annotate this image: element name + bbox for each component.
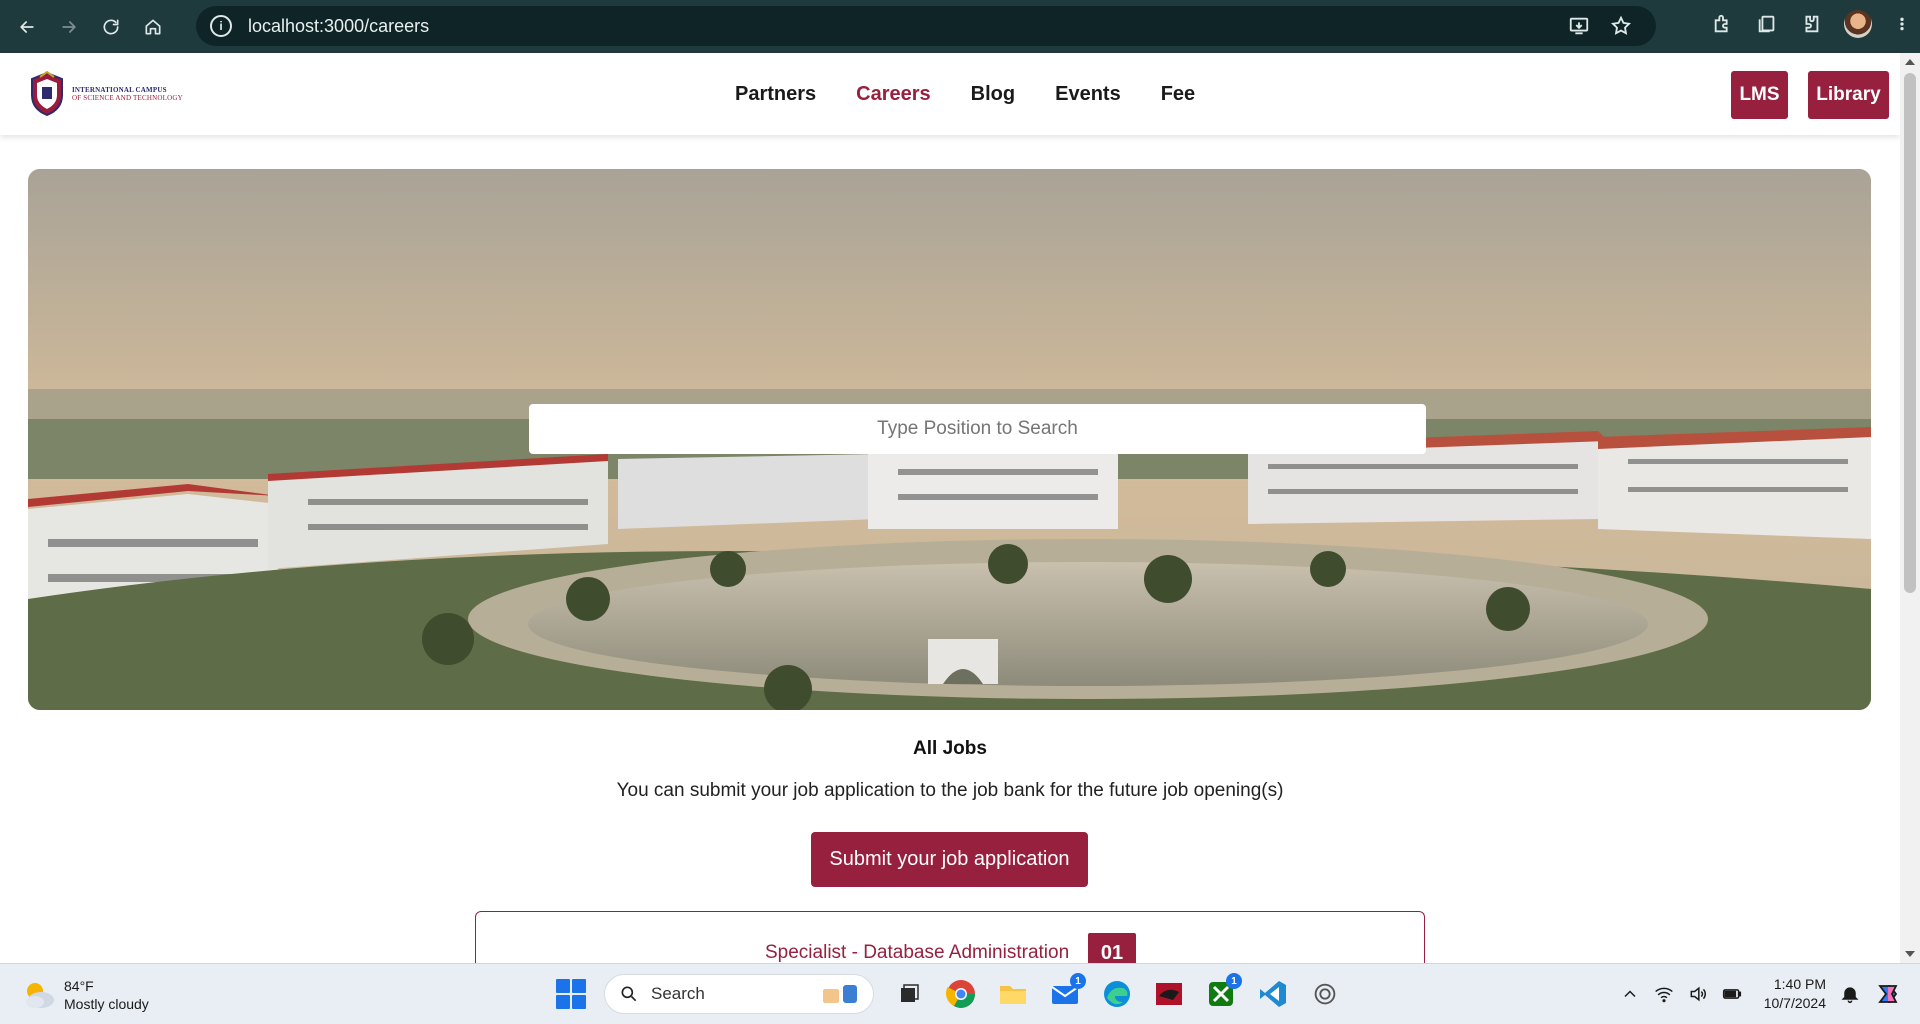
scrollbar-thumb[interactable] <box>1904 73 1916 593</box>
url-text[interactable]: localhost:3000/careers <box>248 16 429 37</box>
vscode-icon[interactable] <box>1256 977 1290 1011</box>
taskbar-apps: Search 1 1 <box>556 973 1342 1014</box>
section-heading: All Jobs <box>913 738 987 759</box>
weather-widget[interactable]: 84°F Mostly cloudy <box>22 977 149 1013</box>
task-view-icon[interactable] <box>892 977 926 1011</box>
flashcard-app-icon[interactable] <box>1152 977 1186 1011</box>
page-scrollbar[interactable] <box>1900 53 1920 963</box>
job-bank-note: You can submit your job application to t… <box>616 780 1284 801</box>
reload-icon[interactable] <box>96 12 126 42</box>
hero-banner <box>28 169 1871 710</box>
browser-toolbar: i localhost:3000/careers <box>0 0 1920 53</box>
profile-avatar[interactable] <box>1844 10 1872 38</box>
nav-events[interactable]: Events <box>1055 83 1121 106</box>
tab-copy-icon[interactable] <box>1756 13 1778 35</box>
wifi-icon[interactable] <box>1654 984 1674 1004</box>
install-app-icon[interactable] <box>1568 15 1590 37</box>
xbox-badge: 1 <box>1226 973 1242 989</box>
back-icon[interactable] <box>12 12 42 42</box>
clock-date: 10/7/2024 <box>1763 995 1826 1011</box>
main-nav: Partners Careers Blog Events Fee <box>735 83 1195 106</box>
address-bar[interactable]: i localhost:3000/careers <box>196 6 1656 46</box>
lms-button[interactable]: LMS <box>1731 71 1788 119</box>
battery-icon[interactable] <box>1722 984 1742 1004</box>
taskbar: 84°F Mostly cloudy Search 1 1 1:40 PM 10… <box>0 963 1920 1024</box>
scroll-down-icon[interactable] <box>1905 951 1915 957</box>
logo-name-line2: OF SCIENCE AND TECHNOLOGY <box>72 94 183 102</box>
mail-icon[interactable]: 1 <box>1048 973 1086 1011</box>
system-clock[interactable]: 1:40 PM 10/7/2024 <box>1764 975 1826 1013</box>
position-search-input[interactable] <box>529 404 1426 454</box>
job-title[interactable]: Specialist - Database Administration <box>765 942 1069 964</box>
chevron-up-icon[interactable] <box>1620 984 1640 1004</box>
notification-bell-icon[interactable] <box>1840 984 1860 1004</box>
scroll-up-icon[interactable] <box>1905 59 1915 65</box>
mail-badge: 1 <box>1070 973 1086 989</box>
search-highlight-icon <box>821 981 861 1007</box>
menu-kebab-icon[interactable] <box>1894 13 1910 35</box>
nav-careers[interactable]: Careers <box>856 83 931 106</box>
system-tray: 1:40 PM 10/7/2024 <box>1620 975 1902 1013</box>
weather-desc: Mostly cloudy <box>64 996 149 1012</box>
library-button[interactable]: Library <box>1808 71 1889 119</box>
weather-temp: 84°F <box>64 978 94 994</box>
settings-app-icon[interactable] <box>1308 977 1342 1011</box>
cloud-sun-icon <box>22 980 56 1010</box>
bookmark-star-icon[interactable] <box>1610 15 1632 37</box>
chrome-icon[interactable] <box>944 977 978 1011</box>
site-info-icon[interactable]: i <box>210 15 232 37</box>
windows-start-icon[interactable] <box>556 979 586 1009</box>
home-icon[interactable] <box>138 12 168 42</box>
site-logo[interactable]: INTERNATIONAL CAMPUS OF SCIENCE AND TECH… <box>28 71 183 117</box>
crest-icon <box>31 71 63 117</box>
nav-fee[interactable]: Fee <box>1161 83 1195 106</box>
volume-icon[interactable] <box>1688 984 1708 1004</box>
extensions-icon[interactable] <box>1800 13 1822 35</box>
submit-application-button[interactable]: Submit your job application <box>811 832 1088 887</box>
site-header: INTERNATIONAL CAMPUS OF SCIENCE AND TECH… <box>0 53 1900 135</box>
forward-icon[interactable] <box>54 12 84 42</box>
clock-time: 1:40 PM <box>1773 976 1826 992</box>
nav-blog[interactable]: Blog <box>971 83 1015 106</box>
xbox-icon[interactable]: 1 <box>1204 973 1242 1011</box>
taskbar-search-label: Search <box>651 984 705 1003</box>
logo-name-line1: INTERNATIONAL CAMPUS <box>72 86 167 94</box>
job-card[interactable]: Specialist - Database Administration 01 <box>475 911 1425 973</box>
search-icon <box>621 986 637 1002</box>
file-explorer-icon[interactable] <box>996 977 1030 1011</box>
nav-partners[interactable]: Partners <box>735 83 816 106</box>
taskbar-search[interactable]: Search <box>604 974 874 1014</box>
edge-icon[interactable] <box>1100 977 1134 1011</box>
extension-puzzle-icon[interactable] <box>1712 13 1734 35</box>
copilot-icon[interactable] <box>1874 980 1902 1008</box>
